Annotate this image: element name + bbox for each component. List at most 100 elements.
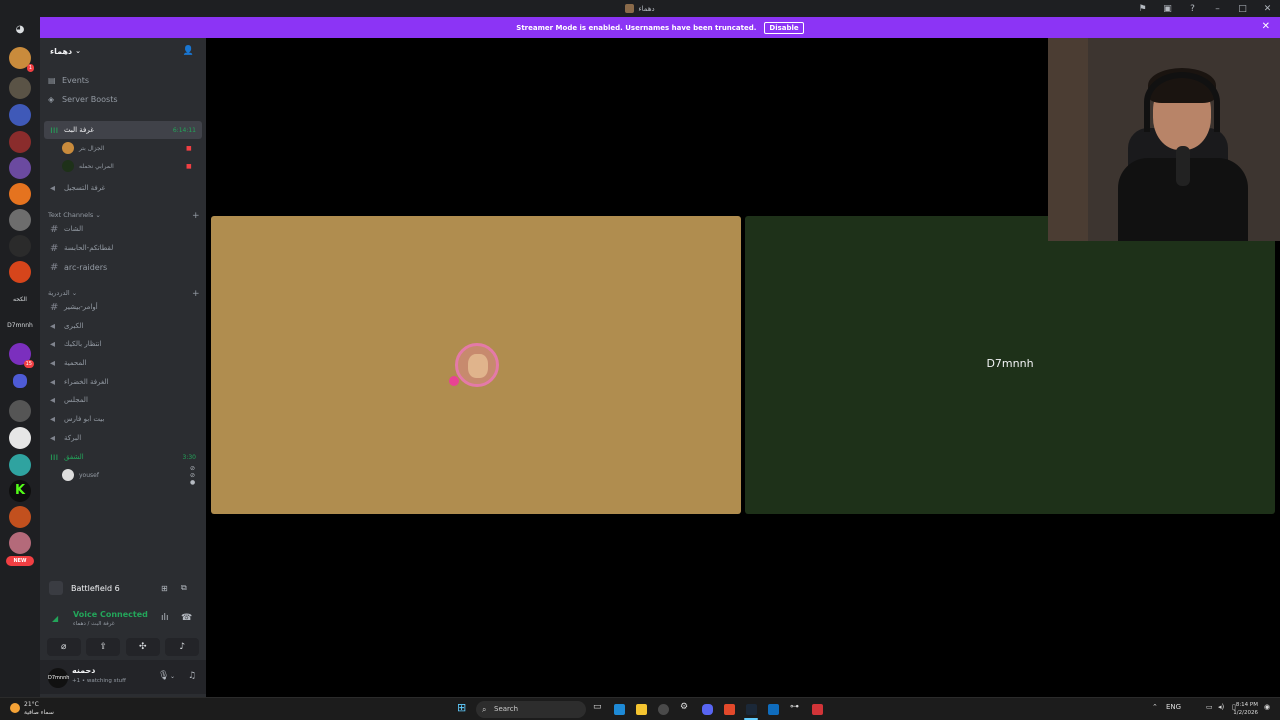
banner-text: Streamer Mode is enabled. Usernames have…	[516, 23, 757, 32]
screen-icon[interactable]: ▣	[1155, 4, 1180, 14]
notification-icon[interactable]: ◉	[1264, 703, 1270, 711]
user-bar: D7mnnh دحمنه +1 • watching stuff 🎙 ⌄ ♫ ⚙	[40, 660, 227, 694]
noise-suppression-icon[interactable]: ılı	[161, 613, 169, 623]
inbox-icon[interactable]: ⚑	[1130, 4, 1155, 14]
screen-share-button[interactable]: ⇪	[86, 638, 121, 656]
clock[interactable]: 8:14 PM 1/2/2026	[1233, 701, 1258, 717]
voice-user[interactable]: المرابي نحمله ■	[62, 158, 192, 174]
text-channel[interactable]: # لقطاتكم-الحابسة	[44, 239, 202, 257]
guild-icon[interactable]	[9, 454, 31, 476]
app-icon[interactable]: ⊶	[790, 702, 799, 712]
kick-guild-icon[interactable]: K	[9, 480, 31, 502]
windows-start-icon[interactable]: ⊞	[457, 701, 466, 714]
guild-icon[interactable]	[9, 131, 31, 153]
voice-user[interactable]: yousef ⊘ ⊘ ●	[62, 465, 195, 486]
guild-icon[interactable]	[9, 427, 31, 449]
avatar	[62, 160, 74, 172]
soundboard-button[interactable]: ♪	[165, 638, 200, 656]
voice-channel[interactable]: ◂ انتظار بالكيك	[44, 335, 202, 353]
overlay-icon[interactable]: ⧉	[181, 583, 187, 593]
disable-button[interactable]: Disable	[764, 21, 804, 34]
webcam-overlay	[1048, 38, 1280, 241]
guild-icon[interactable]	[9, 157, 31, 179]
voice-channel[interactable]: ◂ المحمية	[44, 354, 202, 372]
minimize-icon[interactable]: –	[1205, 4, 1230, 14]
brave-icon[interactable]	[724, 704, 735, 715]
chevron-up-icon[interactable]: ⌃	[1152, 703, 1158, 711]
voice-user[interactable]: الجزال بتر ■	[62, 140, 192, 156]
text-channel[interactable]: # الشات	[44, 220, 202, 238]
voice-channel-active[interactable]: ııı غرفة البث 6:14:11	[44, 121, 202, 139]
file-explorer-icon[interactable]	[636, 704, 647, 715]
help-icon[interactable]: ?	[1180, 4, 1205, 14]
guild-icon[interactable]	[9, 506, 31, 528]
guild-icon[interactable]	[9, 183, 31, 205]
avatar[interactable]: D7mnnh	[48, 668, 69, 688]
game-icon	[49, 581, 63, 595]
controller-icon[interactable]: ⊞	[161, 584, 168, 593]
steam-icon[interactable]	[746, 704, 757, 715]
guild-icon[interactable]	[9, 104, 31, 126]
guild-icon[interactable]	[9, 77, 31, 99]
voice-location[interactable]: غرفة البث / دهماء	[73, 621, 115, 627]
headphones-icon	[1144, 72, 1220, 132]
category-text-channels[interactable]: Text Channels ⌄ +	[48, 211, 200, 221]
voice-channel[interactable]: ◂ المجلس	[44, 391, 202, 409]
hash-icon: #	[50, 223, 59, 235]
category-voice[interactable]: الدردرية ⌄ +	[48, 289, 200, 299]
folder-icon[interactable]	[13, 374, 27, 388]
disconnect-icon[interactable]: ☎	[181, 613, 192, 623]
copilot-icon[interactable]	[614, 704, 625, 715]
text-channel[interactable]: # أوامر-بيشير	[44, 298, 202, 316]
guild-text-icon[interactable]: D7mnnh	[4, 322, 36, 329]
voice-status[interactable]: Voice Connected	[73, 610, 148, 619]
volume-icon[interactable]: ◂)	[1218, 703, 1224, 711]
language-indicator[interactable]: ENG	[1166, 703, 1181, 711]
weather-widget[interactable]: 21°C سماء صافية	[10, 701, 54, 717]
channel-sidebar: دهماء ⌄ 👤 ▤ Events ◈ Server Boosts ııı غرفة…	[40, 38, 227, 697]
settings-icon[interactable]: ⚙	[680, 702, 688, 712]
participant-tile[interactable]	[211, 216, 741, 514]
discord-taskbar-icon[interactable]	[702, 704, 713, 715]
obs-icon[interactable]	[658, 704, 669, 715]
guild-icon[interactable]	[9, 400, 31, 422]
invite-icon[interactable]: 👤	[183, 46, 194, 56]
events-item[interactable]: ▤ Events	[48, 71, 89, 89]
chevron-down-icon[interactable]: ⌄	[170, 673, 175, 680]
username[interactable]: دحمنه	[72, 666, 95, 675]
server-boosts-item[interactable]: ◈ Server Boosts	[48, 90, 118, 108]
voice-channel[interactable]: ◂ الكبرى	[44, 317, 202, 335]
activities-button[interactable]: ✣	[125, 638, 160, 656]
discord-home-icon[interactable]: ◕	[11, 24, 29, 38]
guild-icon[interactable]	[9, 532, 31, 554]
app-icon[interactable]	[768, 704, 779, 715]
task-view-icon[interactable]: ▭	[593, 702, 602, 712]
headphones-icon[interactable]: ♫	[188, 671, 196, 681]
network-icon[interactable]: ▭	[1206, 703, 1213, 711]
guild-icon[interactable]	[9, 209, 31, 231]
voice-channel-active[interactable]: ııı الشفق 3:30	[44, 448, 202, 466]
banner-close-icon[interactable]: ✕	[1262, 21, 1270, 32]
voice-channel[interactable]: ◂ البركة	[44, 429, 202, 447]
activity-card[interactable]: Battlefield 6 ⊞ ⧉	[44, 576, 202, 600]
text-channel[interactable]: # arc-raiders	[44, 258, 202, 276]
guild-icon[interactable]	[9, 235, 31, 257]
guild-icon[interactable]	[9, 261, 31, 283]
app-icon[interactable]	[812, 704, 823, 715]
voice-action-buttons: ⌀ ⇪ ✣ ♪	[44, 636, 202, 658]
voice-channel[interactable]: ◂ غرفة التسجيل	[44, 179, 202, 197]
voice-channel[interactable]: ◂ بيت ابو فارس	[44, 410, 202, 428]
maximize-icon[interactable]: □	[1230, 4, 1255, 14]
guild-icon[interactable]: 15	[9, 343, 34, 368]
signal-icon: ◢	[52, 614, 59, 623]
taskbar-search[interactable]: ⌕ Search	[476, 701, 586, 718]
microphone-icon[interactable]: 🎙	[158, 671, 169, 681]
guild-text-icon[interactable]: الكحه	[4, 296, 36, 303]
close-icon[interactable]: ✕	[1255, 4, 1280, 14]
server-header[interactable]: دهماء ⌄ 👤	[40, 38, 206, 64]
guild-icon[interactable]: 1	[9, 47, 34, 72]
avatar	[62, 469, 74, 481]
participant-tile[interactable]: D7mnnh	[745, 216, 1275, 514]
camera-off-button[interactable]: ⌀	[46, 638, 81, 656]
voice-channel[interactable]: ◂ الغرفة الخضراء	[44, 373, 202, 391]
